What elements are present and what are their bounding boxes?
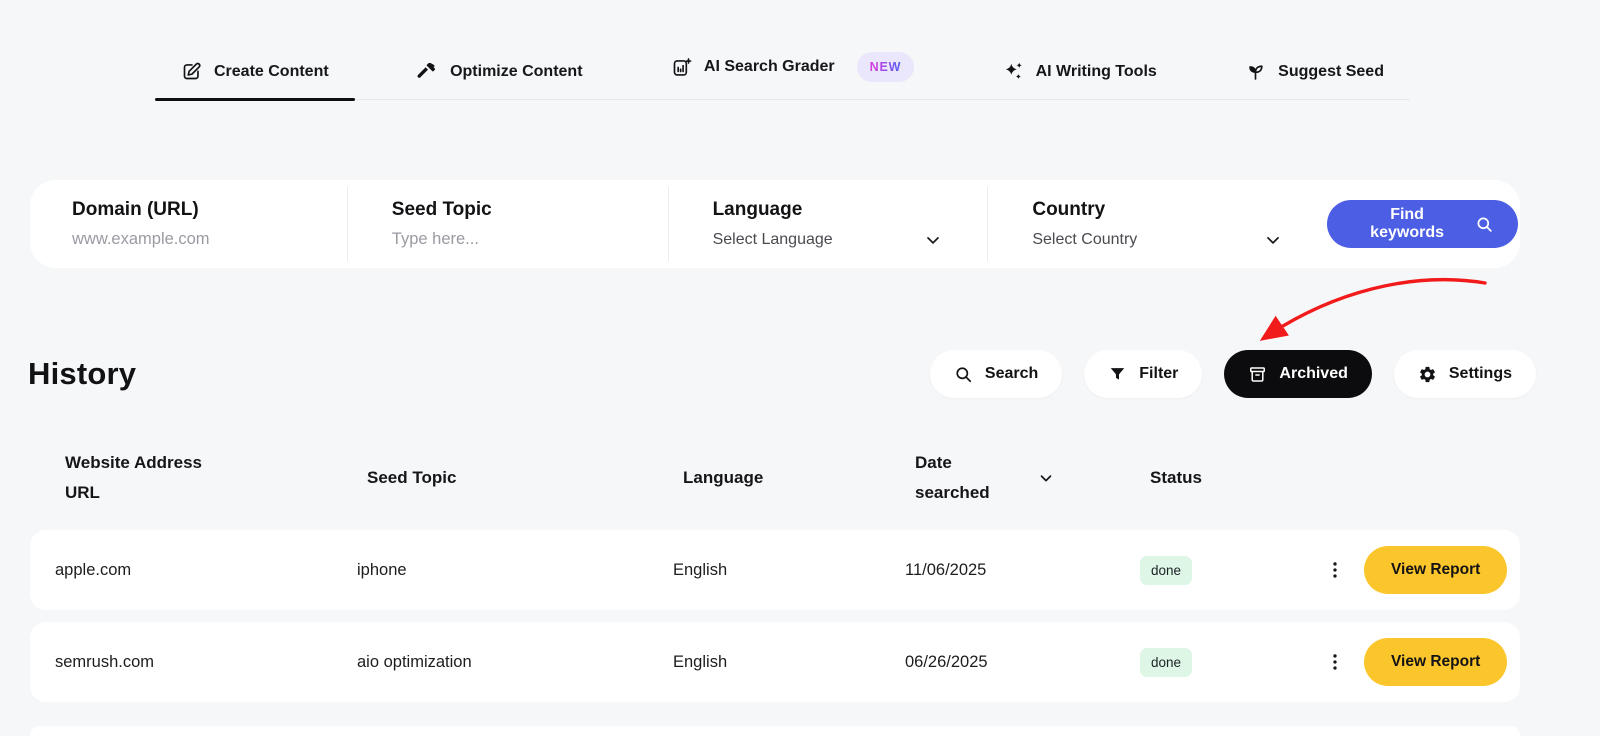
column-header-date-searched[interactable]: Date searched — [915, 448, 1150, 508]
settings-button[interactable]: Settings — [1393, 350, 1536, 398]
keyword-search-form: Domain (URL) Seed Topic Language Select … — [30, 180, 1520, 268]
view-report-button[interactable]: View Report — [1364, 546, 1508, 594]
hammer-icon — [417, 61, 438, 82]
tab-label: Create Content — [214, 62, 329, 80]
chevron-down-icon — [923, 230, 943, 250]
tab-label: Suggest Seed — [1278, 62, 1384, 80]
annotation-arrow — [1259, 277, 1487, 341]
cell-language: English — [673, 560, 728, 579]
view-report-button[interactable]: View Report — [1364, 638, 1508, 686]
archived-button-label: Archived — [1279, 365, 1348, 382]
column-header-url: Website Address URL — [65, 453, 202, 502]
status-badge: done — [1140, 647, 1193, 677]
edit-icon — [181, 61, 202, 82]
table-row: apple.com iphone English 11/06/2025 done… — [30, 530, 1520, 610]
country-value: Select Country — [1032, 230, 1138, 248]
cell-status: done — [1140, 647, 1320, 677]
history-header: History Search Filter Archived Settings — [28, 350, 1536, 398]
tab-label: AI Search Grader — [703, 58, 835, 75]
cell-language: English — [673, 652, 728, 671]
search-icon — [954, 365, 973, 384]
seed-topic-input[interactable] — [391, 230, 635, 249]
kebab-icon — [1333, 562, 1337, 578]
gear-icon — [1418, 365, 1437, 384]
table-row-partial — [30, 726, 1520, 736]
tab-optimize-content[interactable]: Optimize Content — [391, 61, 608, 99]
row-actions: View Report — [1320, 638, 1508, 686]
kebab-icon — [1333, 654, 1337, 670]
status-badge: done — [1140, 555, 1193, 585]
filter-icon — [1108, 365, 1127, 384]
language-value: Select Language — [712, 230, 833, 248]
table-row: semrush.com aio optimization English 06/… — [30, 622, 1520, 702]
row-actions: View Report — [1320, 546, 1508, 594]
filter-button[interactable]: Filter — [1084, 350, 1203, 398]
settings-button-label: Settings — [1448, 365, 1512, 382]
tab-suggest-seed[interactable]: Suggest Seed — [1219, 61, 1410, 99]
table-header: Website Address URL Seed Topic Language … — [30, 445, 1520, 511]
search-icon — [1477, 217, 1492, 232]
archived-button[interactable]: Archived — [1224, 350, 1372, 398]
find-keywords-label: Find keywords — [1370, 206, 1444, 241]
tab-label: AI Writing Tools — [1035, 62, 1157, 80]
language-select[interactable]: Language Select Language — [669, 180, 988, 268]
row-menu-button[interactable] — [1320, 647, 1350, 677]
new-badge: NEW — [856, 52, 915, 82]
cell-date-searched: 06/26/2025 — [905, 652, 988, 671]
chevron-down-icon — [1263, 230, 1283, 250]
column-header-language: Language — [683, 468, 764, 488]
sprout-icon — [1245, 61, 1266, 82]
search-button-label: Search — [984, 365, 1039, 382]
find-keywords-button[interactable]: Find keywords — [1327, 200, 1519, 248]
chevron-down-icon — [1037, 469, 1055, 487]
search-button[interactable]: Search — [929, 350, 1063, 398]
tab-create-content[interactable]: Create Content — [155, 61, 355, 101]
column-header-seed-topic: Seed Topic — [367, 468, 457, 488]
country-label: Country — [1032, 198, 1106, 220]
tab-label: Optimize Content — [450, 62, 583, 80]
cell-url: apple.com — [55, 560, 132, 579]
cell-seed-topic: aio optimization — [357, 652, 472, 671]
domain-input[interactable] — [72, 230, 314, 249]
top-tab-bar: Create Content Optimize Content AI Searc… — [155, 0, 1410, 101]
cell-status: done — [1140, 555, 1320, 585]
domain-field: Domain (URL) — [30, 180, 347, 268]
tab-ai-writing-tools[interactable]: AI Writing Tools — [977, 61, 1183, 99]
cell-url: semrush.com — [55, 652, 155, 671]
cell-date-searched: 11/06/2025 — [905, 560, 987, 579]
cell-seed-topic: iphone — [357, 560, 407, 579]
history-title: History — [28, 356, 137, 391]
seed-topic-field: Seed Topic — [348, 180, 668, 268]
column-header-status: Status — [1150, 468, 1202, 488]
domain-label: Domain (URL) — [72, 199, 199, 220]
row-menu-button[interactable] — [1320, 555, 1350, 585]
filter-button-label: Filter — [1139, 365, 1179, 382]
sparkles-icon — [1003, 61, 1024, 82]
language-label: Language — [712, 198, 803, 220]
tab-ai-search-grader[interactable]: AI Search Grader NEW — [645, 52, 940, 99]
archive-icon — [1248, 365, 1267, 384]
country-select[interactable]: Country Select Country — [988, 180, 1327, 268]
seed-topic-label: Seed Topic — [391, 199, 492, 220]
history-toolbar: Search Filter Archived Settings — [929, 350, 1536, 398]
search-grader-icon — [671, 57, 692, 78]
